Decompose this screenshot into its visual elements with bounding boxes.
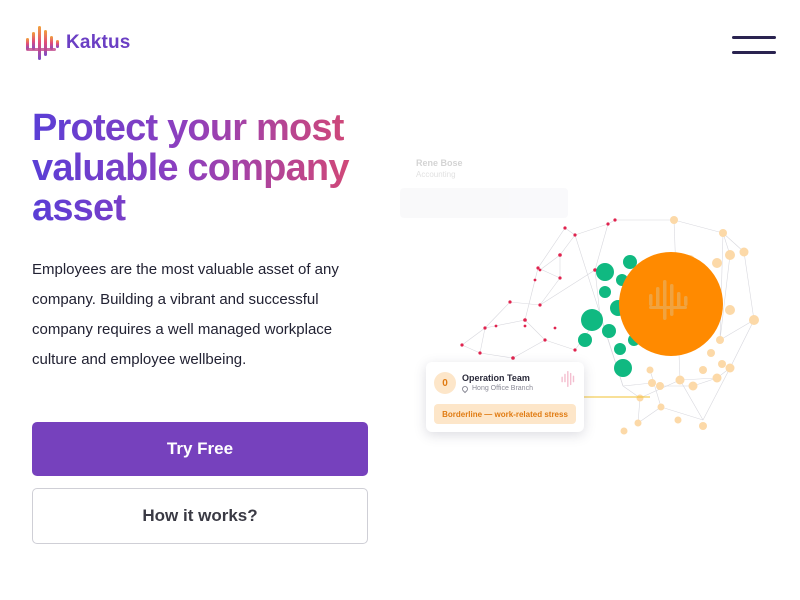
- brand-name: Kaktus: [66, 32, 131, 53]
- hero-description: Employees are the most valuable asset of…: [32, 261, 339, 368]
- hero-headline: Protect your most valuable company asset: [32, 108, 372, 228]
- team-stress-card: 0 Operation Team Hong Office Branch Bord…: [426, 362, 584, 432]
- location-pin-icon: [460, 384, 470, 393]
- team-status-badge: Borderline — work-related stress: [434, 404, 576, 424]
- team-branch-label: Hong Office Branch: [472, 385, 533, 392]
- team-count-badge: 0: [434, 372, 456, 394]
- card-kaktus-icon: [561, 370, 575, 388]
- hamburger-menu-icon-bar: [732, 51, 776, 54]
- try-free-button[interactable]: Try Free: [32, 422, 368, 476]
- team-branch: Hong Office Branch: [460, 384, 533, 393]
- kaktus-logo-icon: [26, 26, 59, 60]
- brand-logo[interactable]: Kaktus: [24, 24, 131, 62]
- team-name: Operation Team: [462, 373, 530, 383]
- red-nodes: [460, 218, 617, 360]
- how-it-works-button[interactable]: How it works?: [32, 488, 368, 544]
- hamburger-menu-button[interactable]: [730, 32, 778, 60]
- hamburger-menu-icon: [732, 36, 776, 39]
- landing-page: Kaktus Protect your most valuable compan…: [0, 0, 800, 600]
